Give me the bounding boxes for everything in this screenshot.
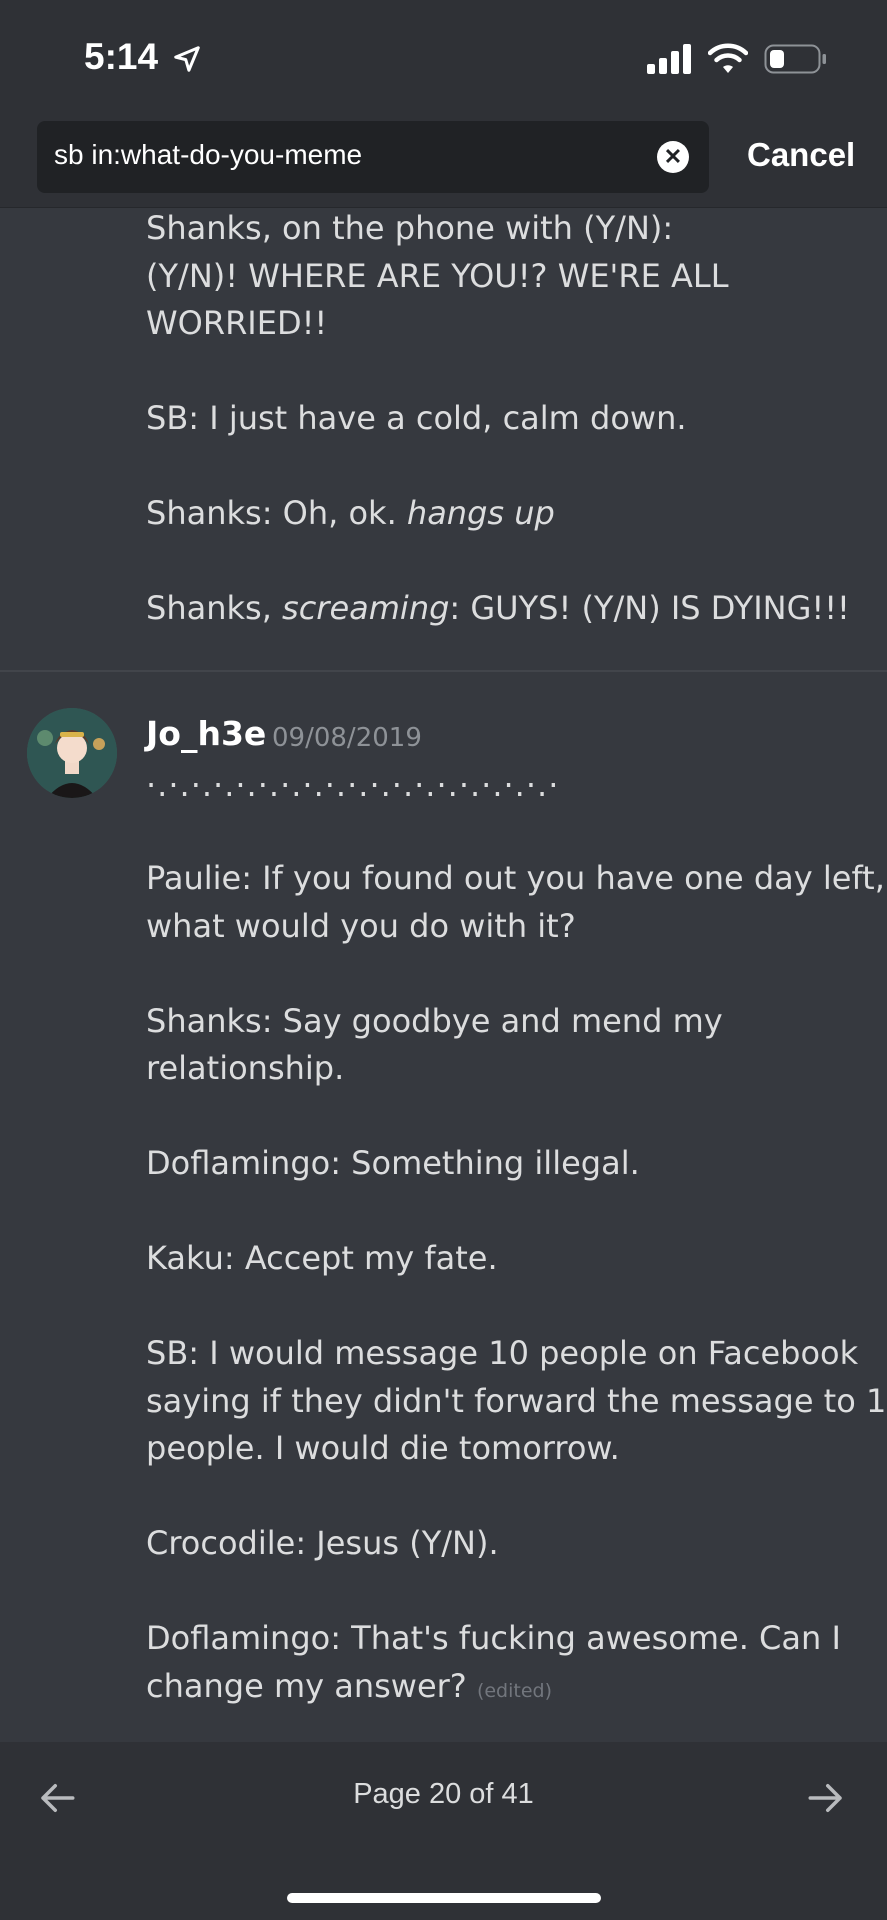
search-field[interactable]: sb in:what-do-you-meme ✕ <box>37 121 709 193</box>
dot-separator: ·.·.·.·.·.·.·.·.·.·.·.·.·.·.·.·.·.·.· <box>146 766 560 804</box>
avatar[interactable] <box>27 708 117 798</box>
status-time: 5:14 <box>84 36 159 77</box>
message-line: WORRIED!! <box>146 304 328 342</box>
message-line: Crocodile: Jesus (Y/N). <box>146 1524 499 1562</box>
italic-text: screaming <box>282 589 450 627</box>
cancel-button[interactable]: Cancel <box>747 136 855 174</box>
message-line: what would you do with it? <box>146 906 576 945</box>
message-line: relationship. <box>146 1049 345 1087</box>
cellular-signal-icon <box>647 44 691 74</box>
location-arrow-icon <box>174 46 200 72</box>
wifi-icon <box>708 43 748 73</box>
message-line: SB: I just have a cold, calm down. <box>146 399 687 437</box>
message-content-2: Paulie: If you found out you have one da… <box>146 855 887 1715</box>
message-line: Shanks: Oh, ok. hangs up <box>146 494 555 532</box>
message-line: change my answer? (edited) <box>146 1666 553 1705</box>
message-line: people. I would die tomorrow. <box>146 1429 620 1467</box>
message-line: (Y/N)! WHERE ARE YOU!? WE'RE ALL <box>146 256 729 295</box>
message-line: Doflamingo: Something illegal. <box>146 1144 640 1182</box>
message-divider <box>0 670 887 672</box>
message-content-1: Shanks, on the phone with (Y/N): (Y/N)! … <box>146 205 856 633</box>
message-line: Shanks, on the phone with (Y/N): <box>146 209 674 247</box>
edited-label: (edited) <box>476 1679 553 1702</box>
message-line: Shanks, screaming: GUYS! (Y/N) IS DYING!… <box>146 589 850 627</box>
message-line: Doflamingo: That's fucking awesome. Can … <box>146 1619 841 1657</box>
arrow-right-icon[interactable] <box>805 1777 847 1819</box>
search-input[interactable]: sb in:what-do-you-meme <box>54 139 362 171</box>
message-line: Shanks: Say goodbye and mend my <box>146 1001 723 1040</box>
top-bar: 5:14 sb in:what-do-you-meme ✕ Cancel <box>0 0 887 208</box>
message-line: SB: I would message 10 people on Faceboo… <box>146 1334 859 1372</box>
message-timestamp: 09/08/2019 <box>272 723 422 753</box>
clear-x-icon[interactable]: ✕ <box>657 141 689 173</box>
message-line: Paulie: If you found out you have one da… <box>146 859 885 897</box>
message-author[interactable]: Jo_h3e <box>146 714 266 753</box>
message-line: Kaku: Accept my fate. <box>146 1239 498 1277</box>
italic-text: hangs up <box>406 494 555 532</box>
battery-icon <box>764 44 826 74</box>
home-indicator[interactable] <box>287 1893 601 1903</box>
page-indicator: Page 20 of 41 <box>353 1778 534 1810</box>
message-line: saying if they didn't forward the messag… <box>146 1381 887 1420</box>
